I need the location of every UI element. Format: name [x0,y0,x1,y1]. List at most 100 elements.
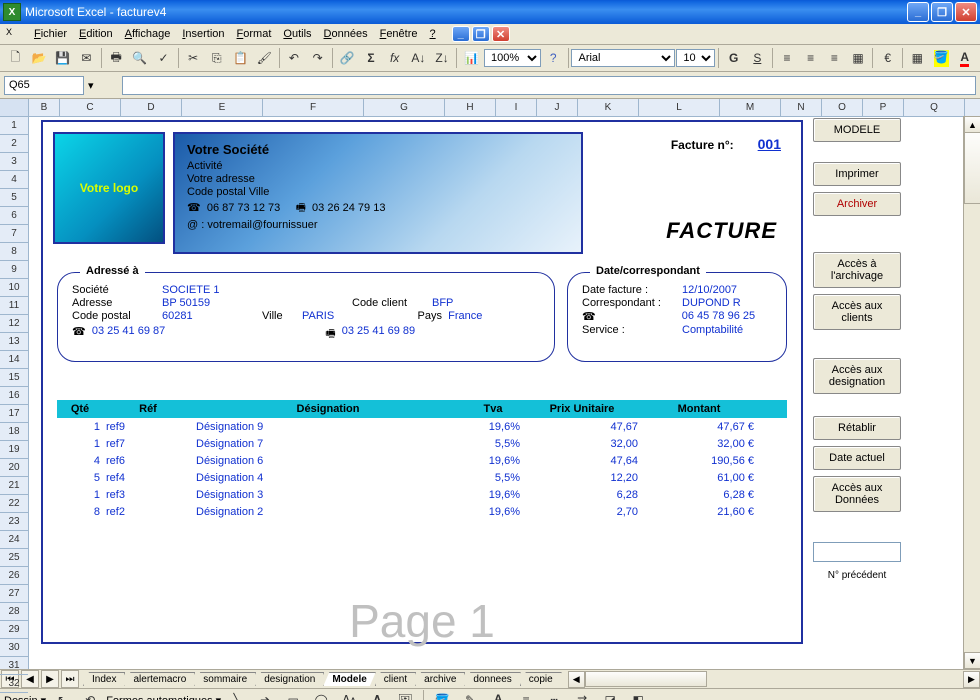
row-header[interactable]: 15 [0,369,28,387]
col-header[interactable]: J [537,99,578,116]
sort-asc-icon[interactable]: A↓ [407,46,430,70]
save-icon[interactable]: 💾 [51,46,74,70]
font-color-icon[interactable]: A [953,46,976,70]
menu-?[interactable]: ? [424,26,442,42]
col-header[interactable]: I [496,99,537,116]
fx-icon[interactable]: fx [383,46,406,70]
doc-icon[interactable]: X [6,27,20,41]
acces-donnees-button[interactable]: Accès aux Données [813,476,901,512]
sheet-tab-modele[interactable]: Modele [323,672,375,686]
scroll-up-icon[interactable]: ▲ [964,116,980,133]
clipart-icon[interactable]: 🖼 [393,688,417,700]
preview-icon[interactable]: 🔍 [128,46,151,70]
col-header[interactable]: G [364,99,445,116]
dropdown-icon[interactable]: ▾ [88,79,94,92]
sheet-tab-archive[interactable]: archive [415,672,465,686]
close-button[interactable]: ✕ [955,2,977,22]
sheet-tab-index[interactable]: Index [83,672,125,686]
underline-icon[interactable]: S [746,46,769,70]
col-header[interactable]: L [639,99,720,116]
vertical-scrollbar[interactable]: ▲ ▼ [963,116,980,669]
minimize-button[interactable]: _ [907,2,929,22]
row-header[interactable]: 20 [0,459,28,477]
scroll-left-icon[interactable]: ◀ [568,671,585,688]
menu-fichier[interactable]: Fichier [28,26,73,42]
borders-icon[interactable]: ▦ [906,46,929,70]
oval-icon[interactable]: ◯ [309,688,333,700]
numero-precedent-input[interactable] [813,542,901,562]
sheet-tab-client[interactable]: client [375,672,416,686]
link-icon[interactable]: 🔗 [336,46,359,70]
wordart-icon[interactable]: 𝐀 [365,688,389,700]
col-header[interactable]: F [263,99,364,116]
sheet-tab-designation[interactable]: designation [255,672,324,686]
acces-archivage-button[interactable]: Accès à l'archivage [813,252,901,288]
font-color-icon[interactable]: A [486,688,510,700]
menu-fenêtre[interactable]: Fenêtre [374,26,424,42]
print-icon[interactable]: 🖶 [105,46,128,70]
row-header[interactable]: 17 [0,405,28,423]
col-header[interactable]: E [182,99,263,116]
mail-icon[interactable]: ✉ [75,46,98,70]
row-header[interactable]: 31 [0,657,28,675]
3d-icon[interactable]: ◧ [626,688,650,700]
doc-close-button[interactable]: ✕ [492,26,510,42]
row-header[interactable]: 24 [0,531,28,549]
row-header[interactable]: 11 [0,297,28,315]
bold-icon[interactable]: G [722,46,745,70]
row-header[interactable]: 14 [0,351,28,369]
acces-designation-button[interactable]: Accès aux designation [813,358,901,394]
menu-outils[interactable]: Outils [277,26,317,42]
acces-clients-button[interactable]: Accès aux clients [813,294,901,330]
row-header[interactable]: 19 [0,441,28,459]
name-box[interactable] [4,76,84,95]
row-header[interactable]: 2 [0,135,28,153]
row-header[interactable]: 28 [0,603,28,621]
menu-edition[interactable]: Edition [73,26,119,42]
fontsize-combo[interactable]: 10 [676,49,715,67]
arrow-style-icon[interactable]: ⇄ [570,688,594,700]
tab-nav-last-icon[interactable]: ⏭ [61,670,79,688]
row-header[interactable]: 30 [0,639,28,657]
row-header[interactable]: 26 [0,567,28,585]
row-header[interactable]: 22 [0,495,28,513]
arrow-icon[interactable]: ➔ [253,688,277,700]
spell-icon[interactable]: ✓ [152,46,175,70]
sum-icon[interactable]: Σ [360,46,383,70]
row-header[interactable]: 1 [0,117,28,135]
currency-icon[interactable]: € [876,46,899,70]
row-header[interactable]: 9 [0,261,28,279]
sheet-tab-sommaire[interactable]: sommaire [194,672,256,686]
scroll-right-icon[interactable]: ▶ [963,671,980,688]
col-header[interactable]: B [29,99,60,116]
row-header[interactable]: 29 [0,621,28,639]
redo-icon[interactable]: ↷ [306,46,329,70]
col-header[interactable]: H [445,99,496,116]
menu-format[interactable]: Format [231,26,278,42]
row-header[interactable]: 4 [0,171,28,189]
col-header[interactable]: P [863,99,904,116]
col-header[interactable]: D [121,99,182,116]
format-painter-icon[interactable]: 🖌 [253,46,276,70]
menu-données[interactable]: Données [318,26,374,42]
select-all-corner[interactable] [0,99,28,117]
row-header[interactable]: 23 [0,513,28,531]
shadow-icon[interactable]: ◪ [598,688,622,700]
horizontal-scrollbar[interactable]: ◀ ▶ [568,671,980,687]
archiver-button[interactable]: Archiver [813,192,901,216]
sheet-tab-alertemacro[interactable]: alertemacro [124,672,195,686]
copy-icon[interactable]: ⎘ [206,46,229,70]
line-style-icon[interactable]: ≡ [514,688,538,700]
row-header[interactable]: 3 [0,153,28,171]
sheet-tab-copie[interactable]: copie [520,672,562,686]
tab-nav-next-icon[interactable]: ▶ [41,670,59,688]
row-header[interactable]: 10 [0,279,28,297]
align-left-icon[interactable]: ≡ [776,46,799,70]
scroll-thumb[interactable] [964,132,980,204]
dessin-menu[interactable]: Dessin ▾ [4,694,46,700]
col-header[interactable]: Q [904,99,965,116]
help-icon[interactable]: ? [542,46,565,70]
row-header[interactable]: 6 [0,207,28,225]
menu-insertion[interactable]: Insertion [176,26,230,42]
sheet-tab-donnees[interactable]: donnees [464,672,520,686]
